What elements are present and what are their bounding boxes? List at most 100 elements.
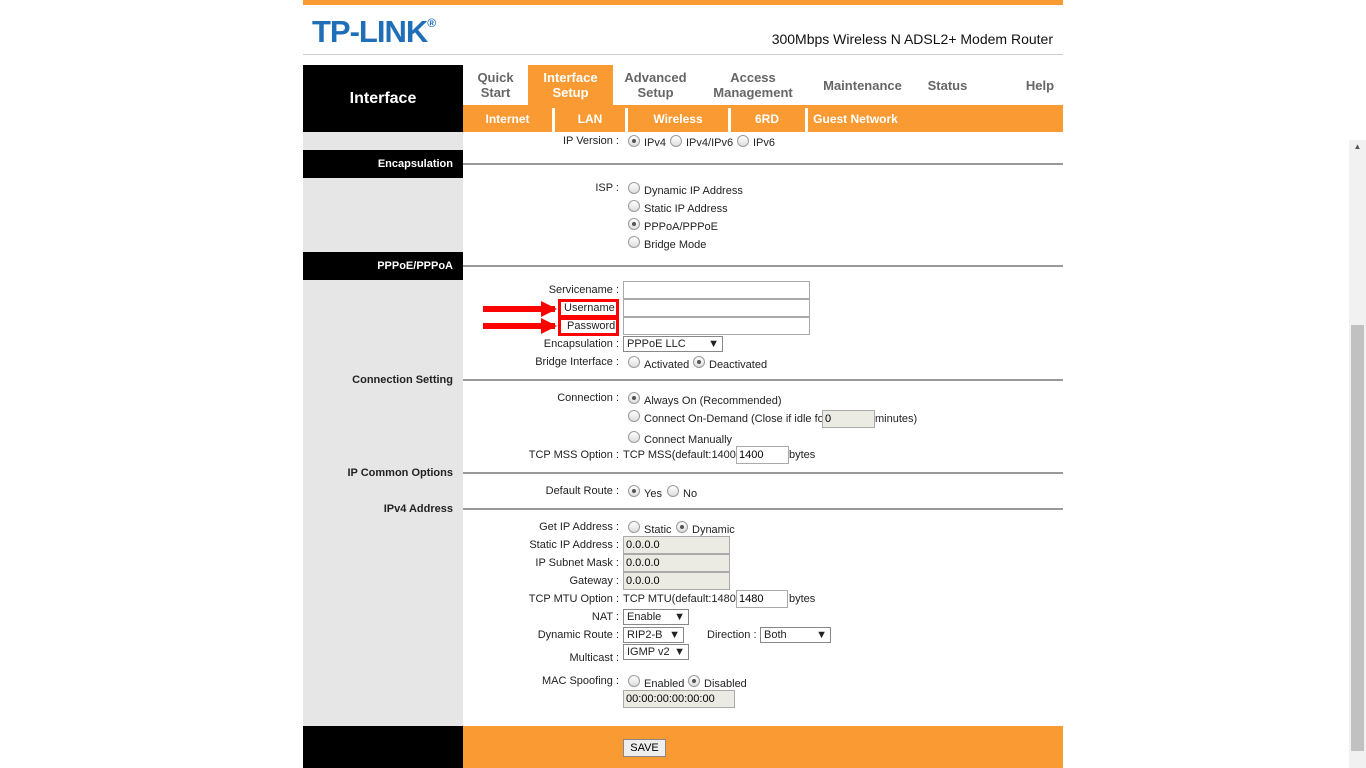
- on-demand-radio[interactable]: [628, 410, 640, 422]
- servicename-input[interactable]: [623, 281, 810, 299]
- static-ip-input[interactable]: [623, 536, 730, 554]
- divider: [463, 379, 1063, 381]
- tcp-mtu-label: TCP MTU Option :: [528, 593, 619, 605]
- always-on-radio[interactable]: [628, 392, 640, 404]
- servicename-label: Servicename :: [548, 284, 619, 296]
- subtab-6rd[interactable]: 6RD: [731, 105, 803, 132]
- isp-radio-pppoe[interactable]: [628, 218, 640, 230]
- isp-option-label: PPPoA/PPPoE: [644, 221, 718, 233]
- multicast-select[interactable]: IGMP v2 ▼: [623, 644, 689, 660]
- option-label: Yes: [644, 488, 662, 500]
- tab-maintenance[interactable]: Maintenance: [810, 65, 915, 105]
- subnet-mask-input[interactable]: [623, 554, 730, 572]
- encapsulation-select[interactable]: PPPoE LLC ▼: [623, 336, 723, 352]
- section-ip-common-options: IP Common Options: [347, 467, 453, 479]
- encapsulation-label: Encapsulation :: [543, 338, 619, 350]
- manual-radio[interactable]: [628, 431, 640, 443]
- bridge-activated-radio[interactable]: [628, 356, 640, 368]
- isp-option-label: Bridge Mode: [644, 239, 707, 251]
- option-label: Enabled: [644, 678, 685, 690]
- get-ip-static-radio[interactable]: [628, 521, 640, 533]
- ip-version-label: IP Version :: [562, 135, 619, 147]
- tab-quick-start[interactable]: Quick Start: [463, 65, 528, 105]
- divider: [463, 265, 1063, 267]
- isp-option-label: Static IP Address: [644, 203, 728, 215]
- subnet-mask-label: IP Subnet Mask :: [535, 557, 619, 569]
- direction-label: Direction :: [707, 629, 757, 641]
- mac-disabled-radio[interactable]: [688, 675, 700, 687]
- tab-interface-setup[interactable]: Interface Setup: [528, 65, 613, 105]
- section-title: Interface: [303, 65, 463, 132]
- top-accent-bar: [303, 0, 1063, 5]
- isp-radio-dynamic[interactable]: [628, 182, 640, 194]
- default-route-label: Default Route :: [545, 485, 619, 497]
- option-label: Connect Manually: [644, 434, 733, 446]
- get-ip-dynamic-radio[interactable]: [676, 521, 688, 533]
- isp-radio-static[interactable]: [628, 200, 640, 212]
- save-button[interactable]: SAVE: [623, 739, 666, 757]
- option-label: Disabled: [704, 678, 747, 690]
- subtab-wireless[interactable]: Wireless: [628, 105, 728, 132]
- mac-address-input[interactable]: [623, 690, 735, 708]
- idle-minutes-input[interactable]: [822, 410, 875, 428]
- tab-access-management[interactable]: Access Management: [700, 65, 806, 105]
- tcp-mss-input[interactable]: [736, 446, 789, 464]
- scroll-up-icon[interactable]: ▲: [1349, 142, 1366, 151]
- dropdown-arrow-icon: ▼: [816, 629, 827, 641]
- subtab-lan[interactable]: LAN: [555, 105, 625, 132]
- tcp-mss-label: TCP MSS Option :: [528, 449, 619, 461]
- scrollbar-thumb[interactable]: [1351, 325, 1364, 751]
- divider: [463, 163, 1063, 165]
- section-encapsulation: Encapsulation: [303, 150, 463, 178]
- tcp-mss-text: TCP MSS(default:1400): [623, 449, 740, 461]
- ip-version-group[interactable]: IPv4 IPv4/IPv6 IPv6: [623, 133, 783, 147]
- password-input[interactable]: [623, 317, 810, 335]
- divider: [463, 508, 1063, 510]
- subtab-guest-network[interactable]: Guest Network: [808, 105, 903, 132]
- section-pppoe: PPPoE/PPPoA: [303, 252, 463, 280]
- gateway-input[interactable]: [623, 572, 730, 590]
- tab-status[interactable]: Status: [915, 65, 980, 105]
- direction-select[interactable]: Both ▼: [760, 627, 831, 643]
- red-arrow: [483, 318, 557, 334]
- section-ipv4-address: IPv4 Address: [383, 503, 453, 515]
- isp-radio-bridge[interactable]: [628, 236, 640, 248]
- option-label: Dynamic: [692, 524, 735, 536]
- password-label: Password: [567, 320, 616, 332]
- nat-label: NAT :: [591, 611, 619, 623]
- footer-left: [303, 726, 463, 768]
- minutes-label: minutes): [875, 413, 918, 425]
- bytes-label: bytes: [789, 449, 816, 461]
- footer: [463, 726, 1063, 768]
- option-label: Always On (Recommended): [644, 395, 782, 407]
- divider: [463, 472, 1063, 474]
- static-ip-label: Static IP Address :: [529, 539, 619, 551]
- username-label: Username: [564, 302, 615, 314]
- isp-label: ISP :: [595, 182, 619, 194]
- option-label: Deactivated: [709, 359, 768, 371]
- tp-link-logo: TP-LINK®: [312, 14, 436, 49]
- bridge-deactivated-radio[interactable]: [693, 356, 705, 368]
- default-route-no-radio[interactable]: [667, 485, 679, 497]
- isp-option-label: Dynamic IP Address: [644, 185, 743, 197]
- bytes-label: bytes: [789, 593, 816, 605]
- dynamic-route-label: Dynamic Route :: [537, 629, 619, 641]
- mac-enabled-radio[interactable]: [628, 675, 640, 687]
- dropdown-arrow-icon: ▼: [669, 629, 680, 641]
- subtab-internet[interactable]: Internet: [463, 105, 552, 132]
- option-label: Activated: [644, 359, 690, 371]
- multicast-label: Multicast :: [569, 652, 619, 664]
- tcp-mtu-input[interactable]: [736, 590, 788, 608]
- tab-advanced-setup[interactable]: Advanced Setup: [613, 65, 698, 105]
- model-name: 300Mbps Wireless N ADSL2+ Modem Router: [771, 31, 1053, 47]
- option-label: No: [683, 488, 698, 500]
- tab-help[interactable]: Help: [1010, 65, 1070, 105]
- nat-select[interactable]: Enable ▼: [623, 609, 689, 625]
- connection-label: Connection :: [557, 392, 619, 404]
- username-input[interactable]: [623, 299, 810, 317]
- get-ip-label: Get IP Address :: [539, 521, 619, 533]
- dropdown-arrow-icon: ▼: [674, 611, 685, 623]
- bridge-interface-label: Bridge Interface :: [535, 356, 619, 368]
- default-route-yes-radio[interactable]: [628, 485, 640, 497]
- dynamic-route-select[interactable]: RIP2-B ▼: [623, 627, 684, 643]
